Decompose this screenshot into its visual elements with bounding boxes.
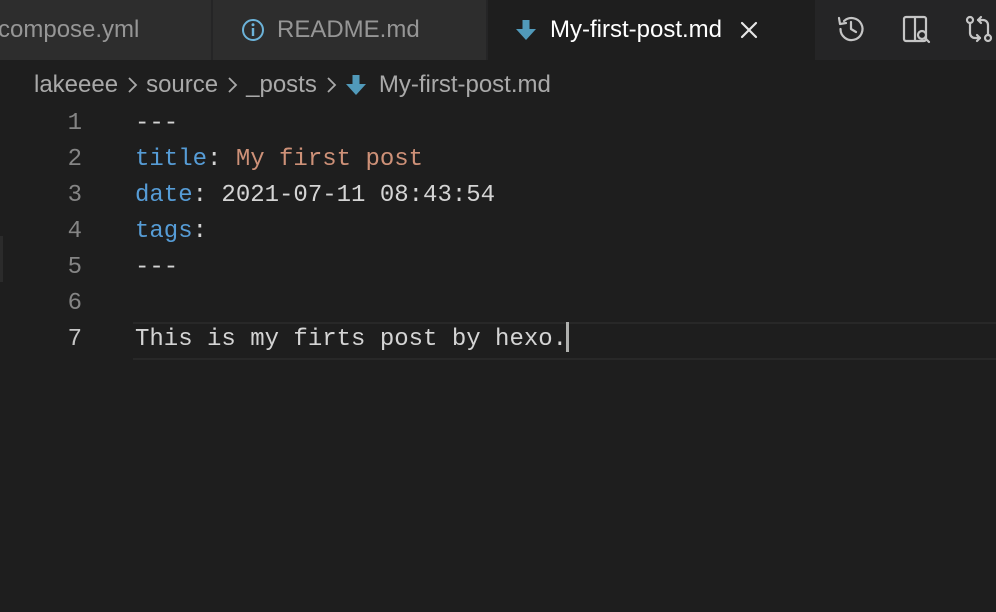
breadcrumb-item-lakeeee[interactable]: lakeeee xyxy=(34,71,118,99)
tab-compose-yml[interactable]: compose.yml xyxy=(0,0,212,60)
yaml-key: title xyxy=(135,146,208,173)
breadcrumb-item-source[interactable]: source xyxy=(146,71,218,99)
frontmatter-delimiter: --- xyxy=(135,254,179,281)
code-line[interactable]: 2 title: My first post xyxy=(0,142,996,178)
line-number: 3 xyxy=(67,182,82,209)
yaml-key: date xyxy=(135,182,193,209)
text-cursor xyxy=(566,321,570,352)
frontmatter-delimiter: --- xyxy=(135,110,179,137)
line-content: This is my firts post by hexo. xyxy=(135,321,570,358)
yaml-value: My first post xyxy=(221,146,424,173)
history-icon[interactable] xyxy=(833,11,869,47)
yaml-key: tags xyxy=(135,218,193,245)
breadcrumb: lakeeee source _posts My-first-post.md xyxy=(34,66,551,104)
code-line[interactable]: 4 tags: xyxy=(0,214,996,250)
yaml-colon: : xyxy=(192,182,208,209)
editor-actions xyxy=(815,0,996,60)
line-content: tags: xyxy=(135,214,207,250)
line-number: 2 xyxy=(67,146,82,173)
code-line[interactable]: 5 --- xyxy=(0,250,996,286)
line-number: 7 xyxy=(67,326,82,353)
line-content: --- xyxy=(135,106,178,142)
line-content: date: 2021-07-11 08:43:54 xyxy=(135,178,495,214)
markdown-arrow-icon xyxy=(345,73,367,97)
chevron-right-icon xyxy=(226,75,238,95)
close-icon[interactable] xyxy=(736,17,762,43)
split-editor-icon[interactable] xyxy=(898,11,934,47)
markdown-arrow-icon xyxy=(515,18,537,42)
line-number: 6 xyxy=(67,290,82,317)
tab-label: README.md xyxy=(277,16,420,43)
info-icon xyxy=(241,18,265,42)
code-editor[interactable]: 1 --- 2 title: My first post 3 date: 202… xyxy=(0,104,996,612)
code-line[interactable]: 3 date: 2021-07-11 08:43:54 xyxy=(0,178,996,214)
tab-label: compose.yml xyxy=(0,16,140,43)
tab-readme[interactable]: README.md xyxy=(213,0,487,60)
compare-changes-icon[interactable] xyxy=(961,11,996,47)
code-line[interactable]: 6 xyxy=(0,286,996,322)
line-number: 5 xyxy=(67,254,82,281)
breadcrumb-item-file[interactable]: My-first-post.md xyxy=(379,71,551,99)
yaml-colon: : xyxy=(207,146,222,173)
chevron-right-icon xyxy=(126,75,138,95)
breadcrumb-item-posts[interactable]: _posts xyxy=(246,71,317,99)
yaml-colon: : xyxy=(192,218,208,245)
line-number: 1 xyxy=(67,110,82,137)
line-content: --- xyxy=(135,250,178,286)
chevron-right-icon xyxy=(325,75,337,95)
code-line[interactable]: 1 --- xyxy=(0,106,996,142)
tab-label: My-first-post.md xyxy=(550,16,723,43)
body-text: This is my firts post by hexo. xyxy=(135,326,568,353)
line-content: title: My first post xyxy=(135,142,423,178)
line-number: 4 xyxy=(67,218,82,245)
tab-my-first-post[interactable]: My-first-post.md xyxy=(488,0,815,60)
yaml-value: 2021-07-11 08:43:54 xyxy=(207,182,496,209)
tab-bar: compose.yml README.md My-first-post.md xyxy=(0,0,996,60)
code-line-current[interactable]: 7 This is my firts post by hexo. xyxy=(0,321,996,360)
